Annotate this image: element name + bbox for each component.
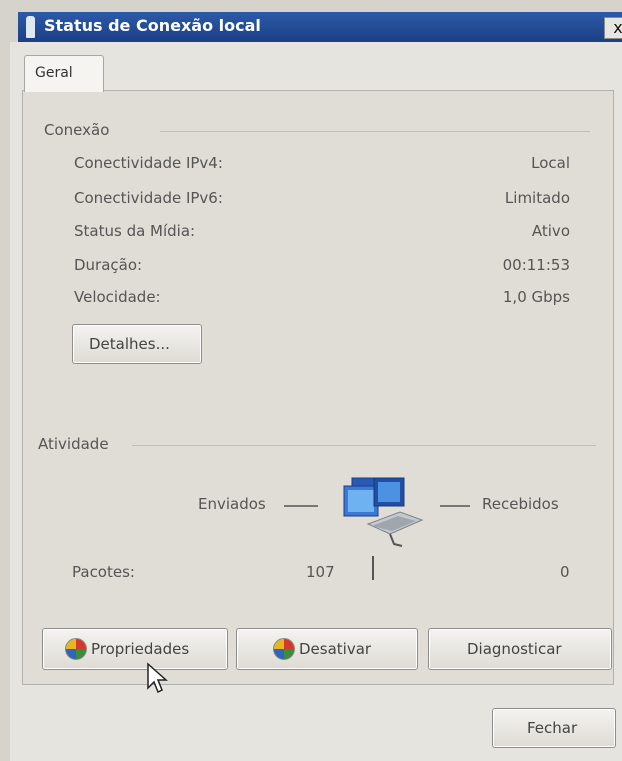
properties-button[interactable]: Propriedades xyxy=(42,628,228,670)
details-button-label: Detalhes... xyxy=(89,335,170,353)
packets-received-value: 0 xyxy=(560,563,570,581)
disable-button-label: Desativar xyxy=(299,640,372,658)
details-button[interactable]: Detalhes... xyxy=(72,324,202,364)
ipv4-label: Conectividade IPv4: xyxy=(74,154,223,172)
diagnose-button[interactable]: Diagnosticar xyxy=(428,628,612,670)
title-bar: Status de Conexão local x xyxy=(18,12,622,42)
close-button-label: Fechar xyxy=(527,719,578,737)
activity-divider xyxy=(132,445,596,446)
speed-label: Velocidade: xyxy=(74,288,161,306)
ipv4-value: Local xyxy=(531,154,570,172)
network-adapter-icon xyxy=(26,16,35,38)
packets-sent-value: 107 xyxy=(306,563,335,581)
sent-connector xyxy=(284,505,318,507)
tab-panel xyxy=(22,90,614,685)
close-button[interactable]: Fechar xyxy=(492,708,616,748)
properties-button-label: Propriedades xyxy=(91,640,190,658)
packets-label: Pacotes: xyxy=(72,563,135,581)
duration-label: Duração: xyxy=(74,256,143,274)
sent-label: Enviados xyxy=(198,495,266,513)
ipv6-value: Limitado xyxy=(504,189,570,207)
received-connector xyxy=(440,505,470,507)
window-title: Status de Conexão local xyxy=(44,16,261,35)
packets-separator xyxy=(372,556,374,580)
disable-button[interactable]: Desativar xyxy=(236,628,418,670)
media-status-label: Status da Mídia: xyxy=(74,222,196,240)
duration-value: 00:11:53 xyxy=(502,256,570,274)
received-label: Recebidos xyxy=(482,495,559,513)
media-status-value: Ativo xyxy=(531,222,570,240)
speed-value: 1,0 Gbps xyxy=(502,288,570,306)
activity-group-label: Atividade xyxy=(38,435,109,453)
mouse-pointer-icon xyxy=(147,662,168,694)
uac-shield-icon xyxy=(273,638,295,660)
connection-divider xyxy=(160,131,590,132)
tab-geral[interactable]: Geral xyxy=(24,55,104,92)
tab-label: Geral xyxy=(35,65,73,81)
ipv6-label: Conectividade IPv6: xyxy=(74,189,223,207)
connection-group-label: Conexão xyxy=(44,121,110,139)
diagnose-button-label: Diagnosticar xyxy=(467,640,562,658)
close-window-button[interactable]: x xyxy=(604,17,622,39)
network-computers-icon xyxy=(343,477,424,547)
uac-shield-icon xyxy=(65,638,87,660)
